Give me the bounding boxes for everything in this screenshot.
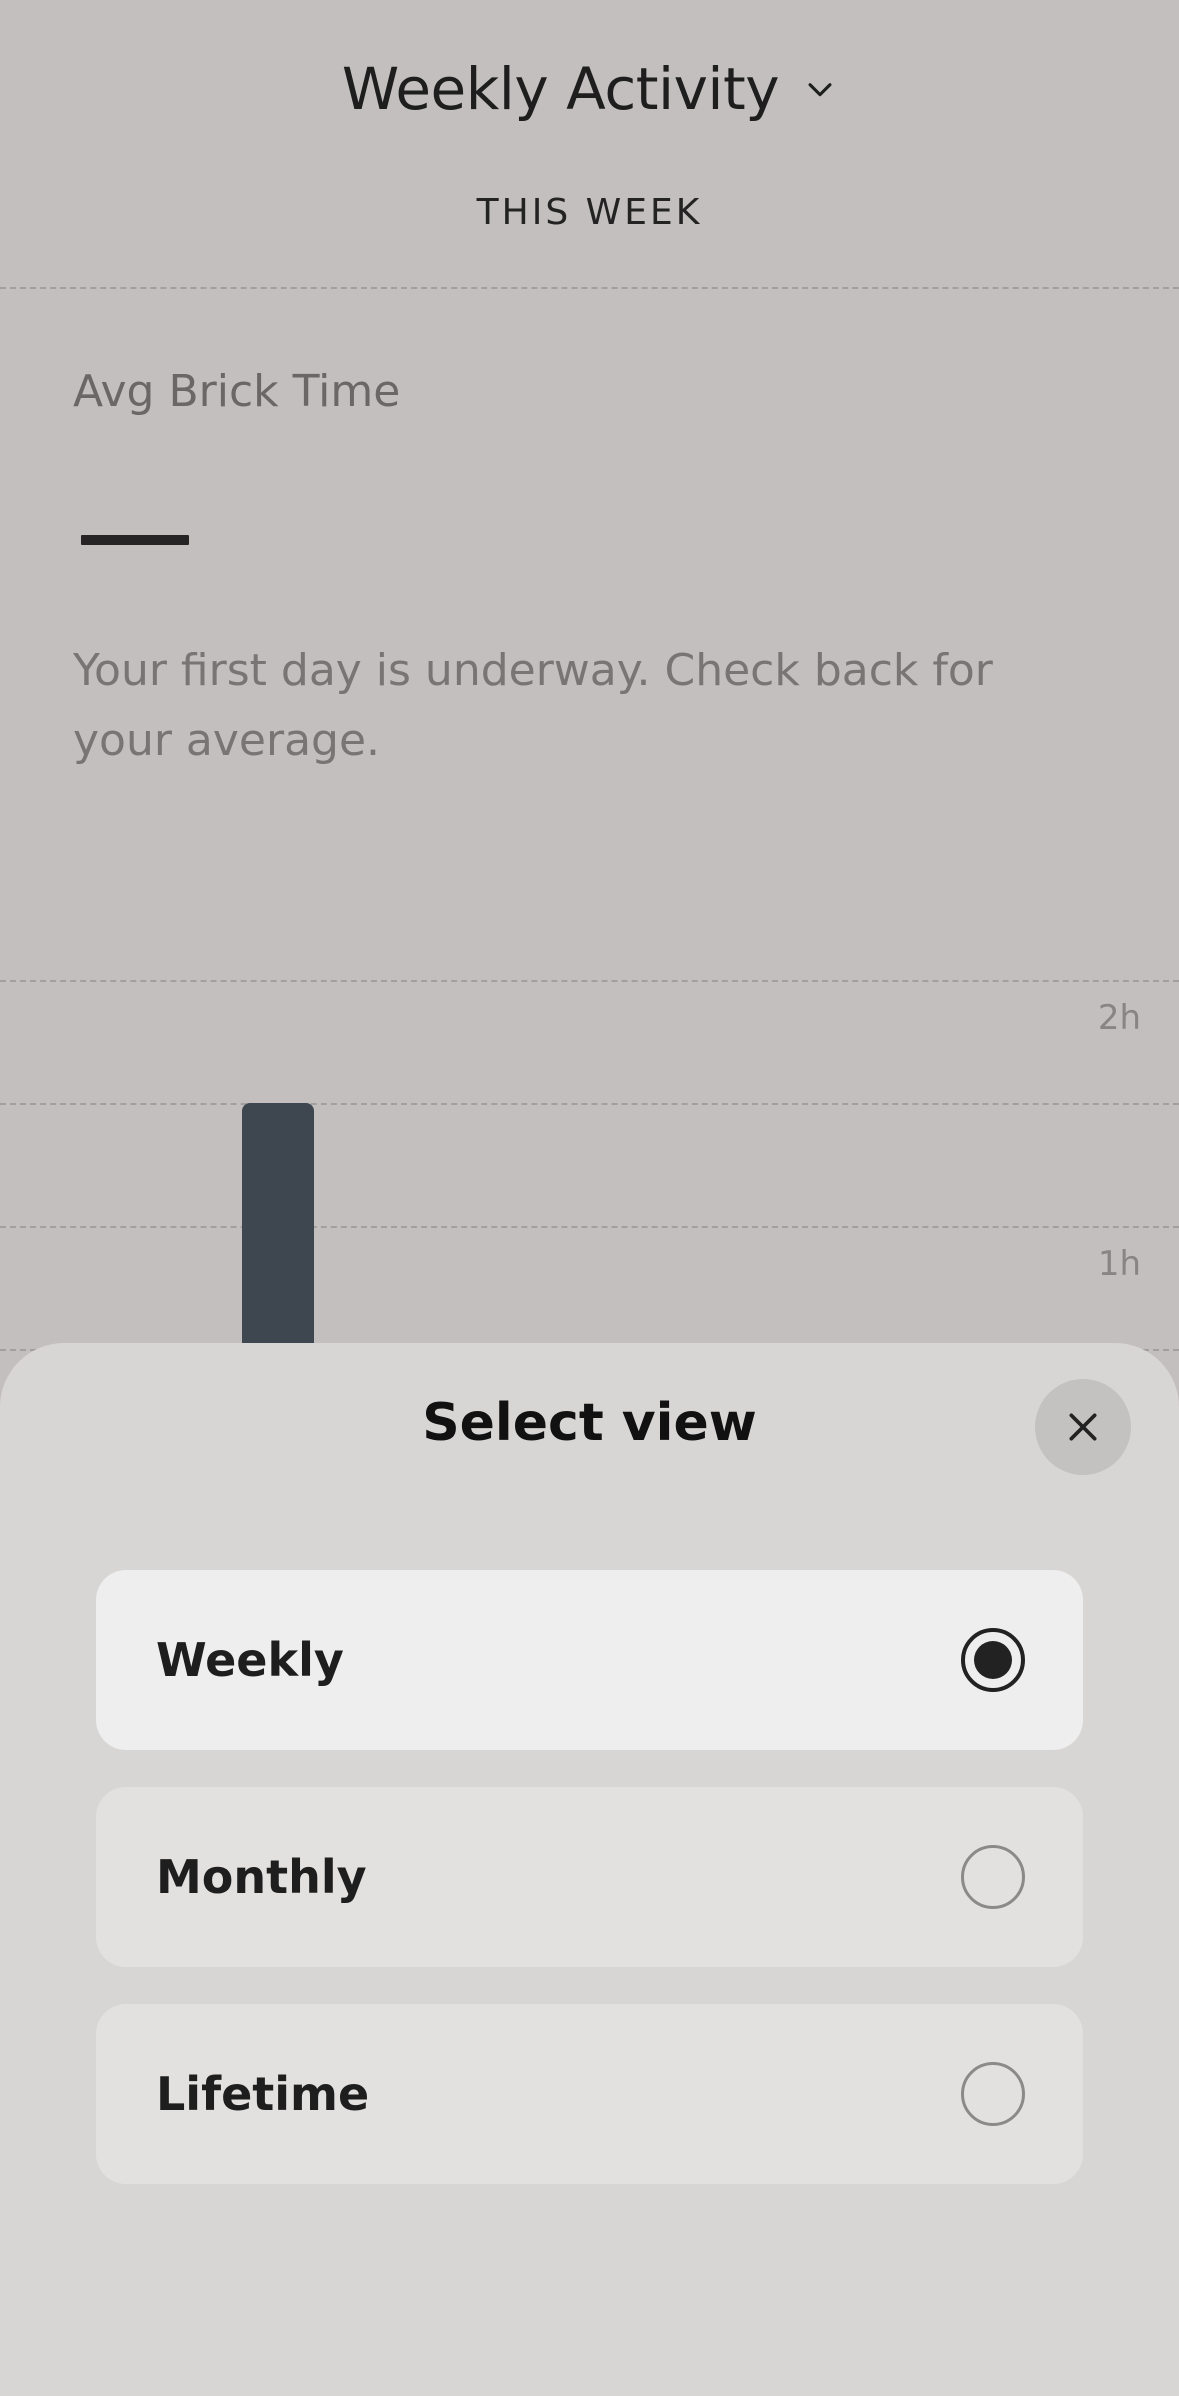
option-lifetime[interactable]: Lifetime xyxy=(96,2004,1083,2184)
option-label: Lifetime xyxy=(156,2067,370,2121)
metric-empty-value xyxy=(81,535,189,545)
period-label: THIS WEEK xyxy=(476,192,703,233)
header[interactable]: Weekly Activity xyxy=(0,55,1179,123)
close-icon xyxy=(1069,1413,1097,1441)
option-monthly[interactable]: Monthly xyxy=(96,1787,1083,1967)
close-button[interactable] xyxy=(1035,1379,1131,1475)
option-label: Monthly xyxy=(156,1850,367,1904)
select-view-sheet: Select view Weekly Monthly Lifetime xyxy=(0,1343,1179,2396)
sheet-title: Select view xyxy=(422,1393,757,1453)
page-title: Weekly Activity xyxy=(341,55,780,123)
y-tick-label: 2h xyxy=(1097,998,1141,1038)
y-tick-label: 1h xyxy=(1097,1244,1141,1284)
radio-unselected[interactable] xyxy=(961,1845,1025,1909)
option-label: Weekly xyxy=(156,1633,344,1687)
option-weekly[interactable]: Weekly xyxy=(96,1570,1083,1750)
chevron-down-icon xyxy=(808,83,832,97)
chart-gridline xyxy=(0,1103,1179,1105)
divider xyxy=(0,287,1179,289)
chart-gridline xyxy=(0,980,1179,982)
chart-gridline xyxy=(0,1226,1179,1228)
metric-note: Your first day is underway. Check back f… xyxy=(73,645,993,766)
radio-selected[interactable] xyxy=(961,1628,1025,1692)
screen: Weekly Activity THIS WEEK Avg Brick Time… xyxy=(0,0,1179,2396)
view-selector[interactable]: Weekly Activity xyxy=(342,55,837,123)
radio-unselected[interactable] xyxy=(961,2062,1025,2126)
metric-label: Avg Brick Time xyxy=(73,366,401,417)
